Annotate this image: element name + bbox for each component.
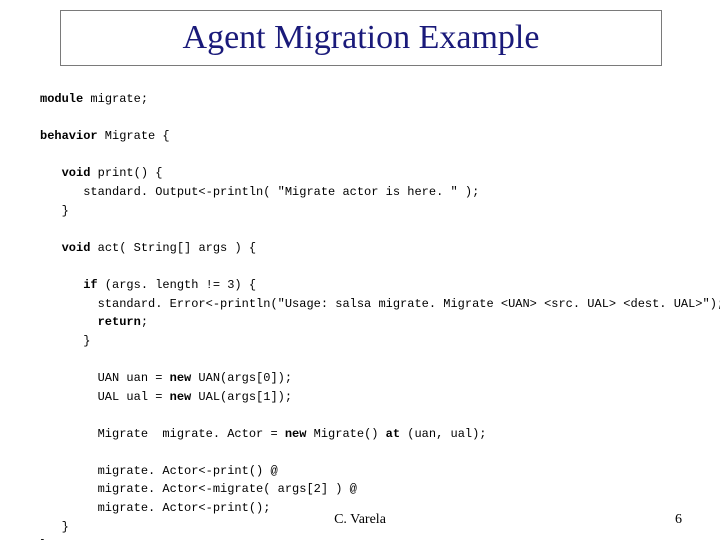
code-text: print() { [90, 166, 162, 180]
code-block: module migrate; behavior Migrate { void … [40, 90, 690, 540]
title-box: Agent Migration Example [60, 10, 662, 66]
code-text: UAL(args[1]); [191, 390, 292, 404]
kw-at: at [386, 427, 400, 441]
code-text: standard. Output<-println( "Migrate acto… [40, 185, 479, 199]
kw-new: new [285, 427, 307, 441]
kw-new: new [170, 390, 192, 404]
code-text: Migrate() [306, 427, 385, 441]
kw-void: void [40, 166, 90, 180]
kw-module: module [40, 92, 83, 106]
kw-behavior: behavior [40, 129, 98, 143]
code-text: ; [141, 315, 148, 329]
slide-title: Agent Migration Example [183, 19, 540, 57]
code-text: migrate. Actor<-print() @ [40, 464, 278, 478]
kw-new: new [170, 371, 192, 385]
footer-page-number: 6 [675, 512, 682, 528]
code-text: (args. length != 3) { [98, 278, 256, 292]
code-text: UAL ual = [40, 390, 170, 404]
code-text: UAN uan = [40, 371, 170, 385]
code-text: migrate. Actor<-migrate( args[2] ) @ [40, 482, 357, 496]
code-text: Migrate migrate. Actor = [40, 427, 285, 441]
code-text: (uan, ual); [400, 427, 486, 441]
footer-author: C. Varela [0, 512, 720, 528]
kw-return: return [40, 315, 141, 329]
code-text: UAN(args[0]); [191, 371, 292, 385]
code-text: act( String[] args ) { [90, 241, 256, 255]
slide: Agent Migration Example module migrate; … [0, 0, 720, 540]
kw-void: void [40, 241, 90, 255]
code-text: Migrate { [98, 129, 170, 143]
code-text: } [40, 204, 69, 218]
code-text: migrate; [83, 92, 148, 106]
kw-if: if [40, 278, 98, 292]
code-text: } [40, 334, 90, 348]
code-text: standard. Error<-println("Usage: salsa m… [40, 297, 720, 311]
